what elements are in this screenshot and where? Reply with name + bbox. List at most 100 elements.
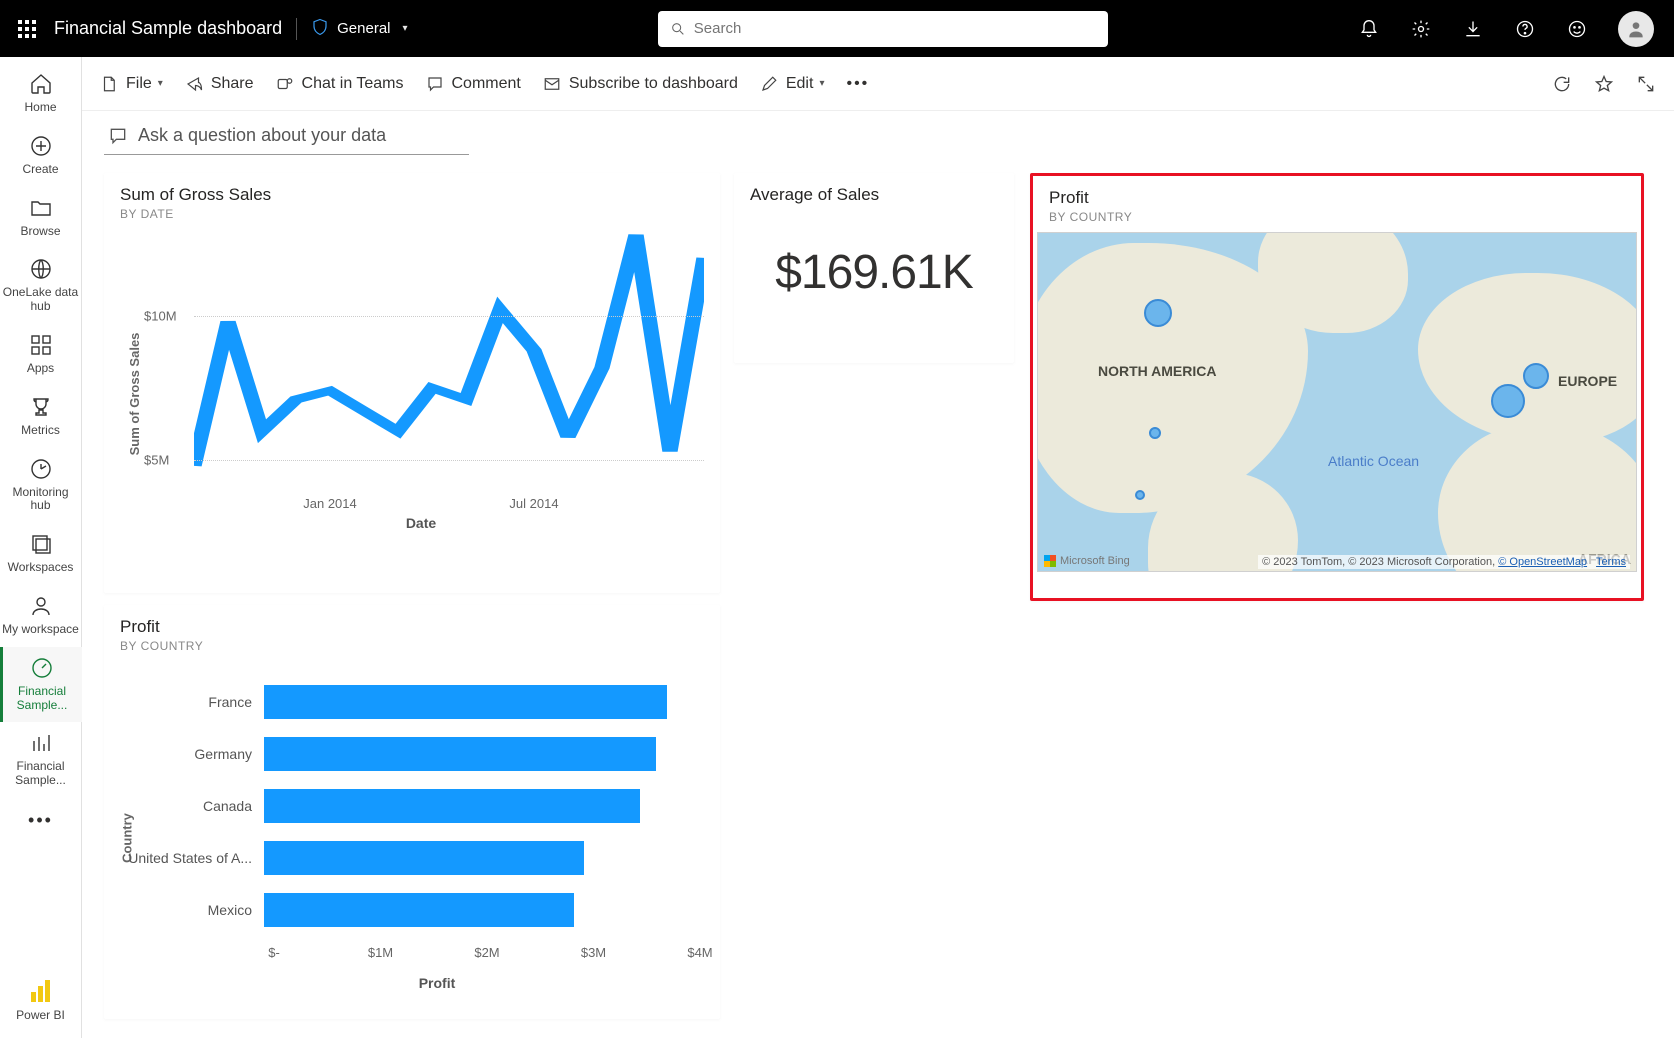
nav-label: My workspace: [2, 623, 79, 637]
fullscreen-icon[interactable]: [1636, 74, 1656, 94]
map-label-eu: EUROPE: [1558, 373, 1617, 389]
document-title: Financial Sample dashboard: [54, 18, 282, 39]
share-icon: [185, 75, 203, 93]
mail-icon: [543, 75, 561, 93]
nav-financial-sample-report[interactable]: Financial Sample...: [0, 722, 82, 798]
chat-bubble-icon: [108, 126, 128, 146]
bar-chart-plot: France Germany Canada United States of A...…: [274, 681, 700, 941]
account-avatar[interactable]: [1618, 11, 1654, 47]
person-icon: [28, 593, 54, 619]
powerbi-logo-icon: [31, 980, 50, 1002]
pencil-icon: [760, 75, 778, 93]
chat-teams-button[interactable]: Chat in Teams: [276, 75, 404, 93]
help-icon[interactable]: [1514, 18, 1536, 40]
y-tick: $5M: [144, 453, 169, 468]
bubble-usa[interactable]: [1149, 427, 1161, 439]
nav-home[interactable]: Home: [0, 63, 82, 125]
nav-monitoring[interactable]: Monitoring hub: [0, 448, 82, 524]
bar-row[interactable]: Germany: [274, 733, 700, 775]
comment-button[interactable]: Comment: [426, 75, 521, 93]
nav-rail: Home Create Browse OneLake data hub Apps…: [0, 57, 82, 1038]
x-tick: $3M: [581, 945, 606, 960]
terms-link[interactable]: Terms: [1596, 556, 1626, 568]
divider: [296, 18, 297, 40]
workspaces-icon: [28, 531, 54, 557]
download-icon[interactable]: [1462, 18, 1484, 40]
nav-label: Financial Sample...: [5, 685, 80, 713]
bar-row[interactable]: Canada: [274, 785, 700, 827]
kpi-value: $169.61K: [734, 205, 1014, 300]
nav-my-workspace[interactable]: My workspace: [0, 585, 82, 647]
tile-title: Profit: [104, 605, 720, 637]
sensitivity-label-dropdown[interactable]: General ▾: [311, 18, 407, 40]
nav-metrics[interactable]: Metrics: [0, 386, 82, 448]
notifications-icon[interactable]: [1358, 18, 1380, 40]
chevron-down-icon: ▾: [403, 23, 408, 34]
bubble-germany[interactable]: [1523, 363, 1549, 389]
share-button[interactable]: Share: [185, 75, 254, 93]
bubble-canada[interactable]: [1144, 299, 1172, 327]
nav-label: Financial Sample...: [2, 760, 80, 788]
bing-map[interactable]: NORTH AMERICA EUROPE AFRICA Atlantic Oce…: [1037, 232, 1637, 572]
search-icon: [670, 21, 686, 37]
edit-menu[interactable]: Edit ▾: [760, 75, 825, 93]
file-icon: [100, 75, 118, 93]
x-tick: $2M: [474, 945, 499, 960]
global-search[interactable]: [658, 11, 1108, 47]
nav-more[interactable]: •••: [28, 798, 53, 843]
nav-workspaces[interactable]: Workspaces: [0, 523, 82, 585]
bar-label: Mexico: [124, 902, 264, 918]
file-menu[interactable]: File ▾: [100, 75, 163, 93]
tile-profit-bar[interactable]: Profit BY COUNTRY Country FranceGermanyC…: [104, 605, 720, 1019]
gauge-icon: [29, 655, 55, 681]
tile-profit-map[interactable]: Profit BY COUNTRY NORTH AMERICA EUROPE A…: [1030, 173, 1644, 601]
favorite-star-icon[interactable]: [1594, 74, 1614, 94]
nav-label: Metrics: [21, 424, 60, 438]
settings-gear-icon[interactable]: [1410, 18, 1432, 40]
nav-label: Workspaces: [8, 561, 74, 575]
x-axis-title: Date: [138, 515, 704, 531]
tile-average-sales-kpi[interactable]: Average of Sales $169.61K: [734, 173, 1014, 363]
bar-rect: [264, 685, 667, 719]
nav-label: Apps: [27, 362, 54, 376]
tile-title: Profit: [1033, 176, 1641, 208]
brand-powerbi[interactable]: Power BI: [16, 970, 65, 1038]
tile-gross-sales-line[interactable]: Sum of Gross Sales BY DATE Sum of Gross …: [104, 173, 720, 593]
home-icon: [28, 71, 54, 97]
brand-label: Power BI: [16, 1008, 65, 1022]
feedback-smile-icon[interactable]: [1566, 18, 1588, 40]
nav-financial-sample-ws[interactable]: Financial Sample...: [0, 647, 82, 723]
monitor-icon: [28, 456, 54, 482]
qna-placeholder: Ask a question about your data: [138, 125, 386, 146]
bars-icon: [28, 730, 54, 756]
x-tick: $1M: [368, 945, 393, 960]
qna-input[interactable]: Ask a question about your data: [104, 121, 469, 155]
y-axis-title: Sum of Gross Sales: [127, 333, 142, 456]
bar-rect: [264, 789, 640, 823]
bar-row[interactable]: France: [274, 681, 700, 723]
bar-row[interactable]: Mexico: [274, 889, 700, 931]
shield-icon: [311, 18, 329, 40]
tile-title: Average of Sales: [734, 173, 1014, 205]
map-provider-badge: Microsoft Bing: [1044, 555, 1130, 567]
bubble-france[interactable]: [1491, 384, 1525, 418]
x-tick: Jan 2014: [303, 496, 357, 511]
app-launcher-icon[interactable]: [18, 20, 36, 38]
x-tick: Jul 2014: [509, 496, 558, 511]
nav-label: OneLake data hub: [2, 286, 80, 314]
bar-x-axis: $-$1M$2M$3M$4M: [274, 945, 700, 969]
nav-onelake[interactable]: OneLake data hub: [0, 248, 82, 324]
bubble-mexico[interactable]: [1135, 490, 1145, 500]
subscribe-button[interactable]: Subscribe to dashboard: [543, 75, 738, 93]
bar-row[interactable]: United States of A...: [274, 837, 700, 879]
nav-browse[interactable]: Browse: [0, 187, 82, 249]
refresh-icon[interactable]: [1552, 74, 1572, 94]
osm-link[interactable]: © OpenStreetMap: [1498, 556, 1587, 568]
nav-apps[interactable]: Apps: [0, 324, 82, 386]
more-actions[interactable]: •••: [846, 75, 869, 93]
bar-label: Germany: [124, 746, 264, 762]
microsoft-logo-icon: [1044, 555, 1056, 567]
comment-icon: [426, 75, 444, 93]
search-input[interactable]: [694, 20, 1096, 37]
nav-create[interactable]: Create: [0, 125, 82, 187]
